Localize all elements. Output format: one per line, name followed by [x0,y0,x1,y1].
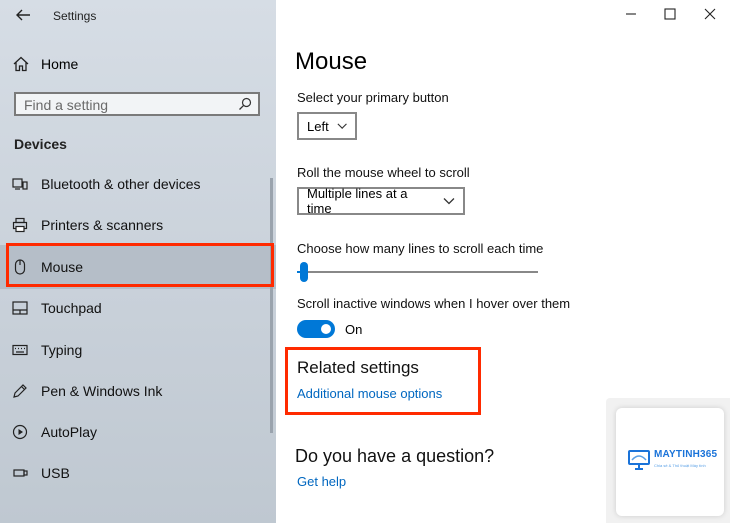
sidebar-item-label: Touchpad [41,300,102,316]
scroll-wheel-label: Roll the mouse wheel to scroll [297,165,470,180]
maximize-icon[interactable] [662,6,678,22]
sidebar-item-touchpad[interactable]: Touchpad [12,297,262,319]
keyboard-icon [12,344,28,356]
pen-icon [13,384,27,398]
inactive-scroll-toggle[interactable] [297,320,335,338]
watermark: MAYTINH365 Chia sẻ & Thủ thuật Máy tính [606,398,730,523]
page-title: Mouse [295,48,368,75]
settings-window: Settings Home Devices Bluetooth & other … [0,0,730,523]
inactive-scroll-label: Scroll inactive windows when I hover ove… [297,296,571,311]
lines-slider-label: Choose how many lines to scroll each tim… [297,241,544,256]
primary-button-dropdown[interactable]: Left [297,112,357,140]
primary-button-label: Select your primary button [297,90,449,105]
sidebar-item-usb[interactable]: USB [12,462,262,484]
sidebar-item-label: Typing [41,342,83,358]
touchpad-icon [12,301,28,315]
sidebar-item-typing[interactable]: Typing [12,339,262,361]
autoplay-icon [12,424,28,440]
watermark-card: MAYTINH365 Chia sẻ & Thủ thuật Máy tính [616,408,724,516]
home-label: Home [41,56,79,72]
search-box[interactable] [14,92,260,116]
usb-icon [13,469,28,477]
printer-icon [12,217,28,233]
lines-slider-track[interactable] [297,271,538,273]
toggle-state-label: On [345,322,363,337]
sidebar-item-label: Bluetooth & other devices [41,176,201,192]
watermark-tagline: Chia sẻ & Thủ thuật Máy tính [654,463,706,468]
back-arrow-icon[interactable] [14,6,32,24]
sidebar-item-label: USB [41,465,70,481]
scroll-wheel-dropdown[interactable]: Multiple lines at a time [297,186,465,216]
sidebar-item-pen[interactable]: Pen & Windows Ink [12,380,262,402]
monitor-logo-icon [628,450,650,470]
search-input[interactable] [24,96,224,114]
primary-button-value: Left [307,118,329,134]
sidebar-item-bluetooth[interactable]: Bluetooth & other devices [12,173,262,195]
chevron-down-icon [337,123,347,129]
toggle-knob [321,324,331,334]
sidebar-scrollbar[interactable] [270,178,273,433]
question-title: Do you have a question? [295,446,495,466]
section-title: Devices [14,136,67,152]
get-help-link[interactable]: Get help [297,474,346,489]
sidebar-item-label: AutoPlay [41,424,98,440]
minimize-icon[interactable] [623,6,639,22]
sidebar-item-autoplay[interactable]: AutoPlay [12,421,262,443]
window-title: Settings [53,9,97,23]
watermark-brand: MAYTINH365 [654,449,718,460]
sidebar-item-home[interactable]: Home [12,53,262,75]
related-highlight-annotation [285,347,481,415]
sidebar-item-label: Pen & Windows Ink [41,383,163,399]
sidebar: Settings Home Devices Bluetooth & other … [0,0,276,523]
close-icon[interactable] [702,6,718,22]
chevron-down-icon [443,198,455,205]
search-icon[interactable] [238,97,252,111]
bluetooth-devices-icon [12,178,28,190]
sidebar-item-label: Printers & scanners [41,217,164,233]
home-icon [13,56,29,72]
lines-slider-thumb[interactable] [300,262,309,282]
scroll-wheel-value: Multiple lines at a time [307,186,408,216]
mouse-highlight-annotation [6,243,274,287]
sidebar-item-printers[interactable]: Printers & scanners [12,214,262,236]
